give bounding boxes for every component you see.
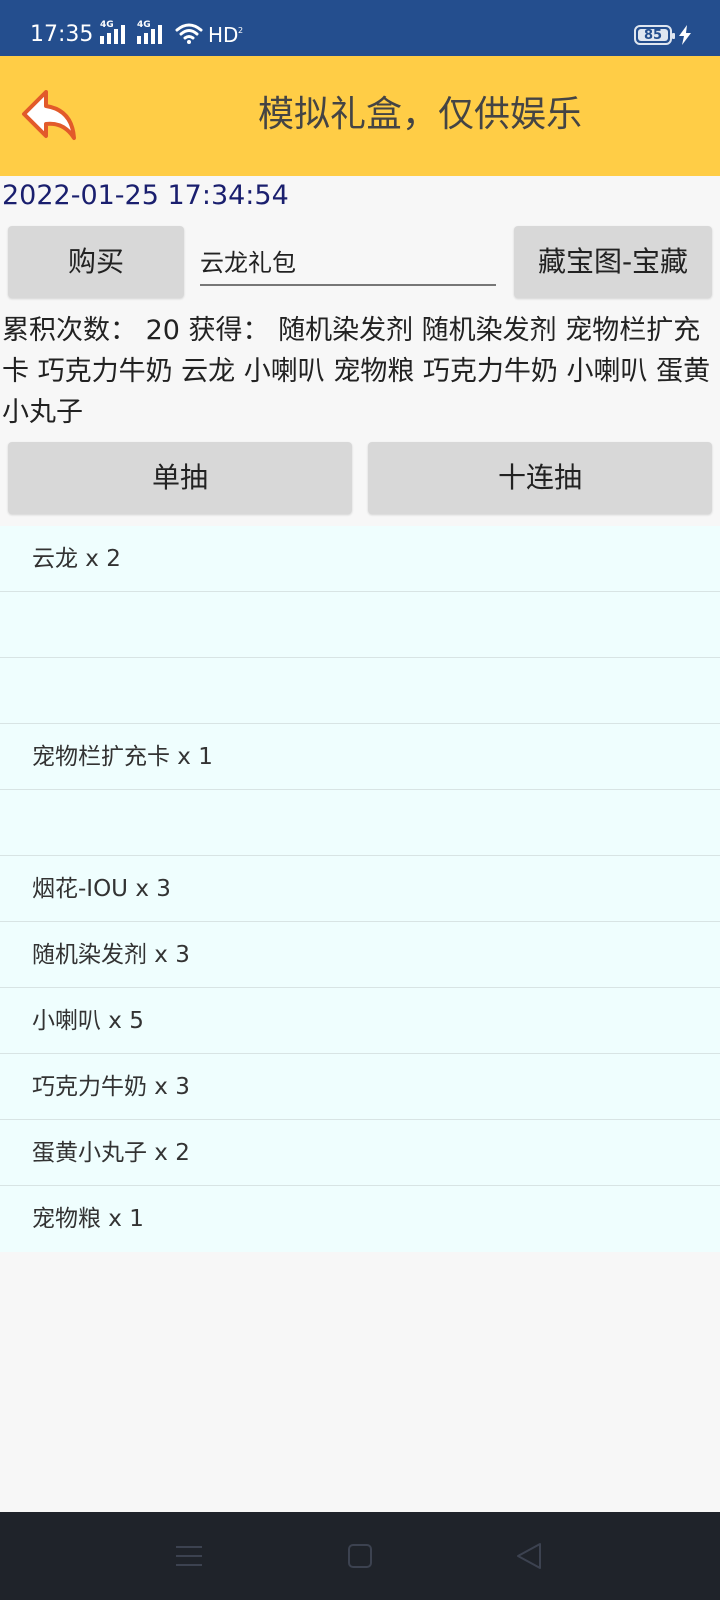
hd-indicator: HD bbox=[208, 23, 239, 47]
list-item[interactable] bbox=[0, 790, 720, 856]
nav-back-icon[interactable] bbox=[516, 1542, 542, 1570]
list-item[interactable]: 随机染发剂 x 3 bbox=[0, 922, 720, 988]
menu-icon[interactable] bbox=[176, 1544, 202, 1568]
list-item[interactable] bbox=[0, 592, 720, 658]
item-list: 云龙 x 2 宠物栏扩充卡 x 1 烟花-IOU x 3 随机染发剂 x 3 小… bbox=[0, 526, 720, 1252]
list-item[interactable]: 巧克力牛奶 x 3 bbox=[0, 1054, 720, 1120]
battery-icon: 85 bbox=[634, 25, 675, 45]
page-title: 模拟礼盒，仅供娱乐 bbox=[257, 94, 582, 135]
hd-indicator-sub: 2 bbox=[238, 26, 244, 35]
signal-icon: 4G bbox=[100, 20, 128, 44]
treasure-map-button[interactable]: 藏宝图-宝藏 bbox=[514, 226, 712, 298]
list-item[interactable]: 宠物粮 x 1 bbox=[0, 1186, 720, 1252]
list-item[interactable]: 宠物栏扩充卡 x 1 bbox=[0, 724, 720, 790]
list-item[interactable]: 小喇叭 x 5 bbox=[0, 988, 720, 1054]
wifi-icon bbox=[175, 23, 203, 44]
system-nav-bar bbox=[0, 1512, 720, 1600]
buy-button[interactable]: 购买 bbox=[8, 226, 184, 298]
list-item[interactable]: 云龙 x 2 bbox=[0, 526, 720, 592]
list-item[interactable]: 烟花-IOU x 3 bbox=[0, 856, 720, 922]
charging-icon bbox=[679, 25, 691, 45]
single-draw-button[interactable]: 单抽 bbox=[8, 442, 352, 514]
accumulation-text: 累积次数： 20 获得： 随机染发剂 随机染发剂 宠物栏扩充卡 巧克力牛奶 云龙… bbox=[2, 315, 711, 428]
list-item[interactable]: 蛋黄小丸子 x 2 bbox=[0, 1120, 720, 1186]
ten-draw-button[interactable]: 十连抽 bbox=[368, 442, 712, 514]
signal-icon-2: 4G bbox=[137, 20, 165, 44]
gift-pack-input[interactable]: 云龙礼包 bbox=[200, 244, 496, 286]
list-item[interactable] bbox=[0, 658, 720, 724]
datetime-text: 2022-01-25 17:34:54 bbox=[2, 180, 289, 211]
app-bar: 模拟礼盒，仅供娱乐 bbox=[0, 56, 720, 176]
back-arrow-icon[interactable] bbox=[20, 86, 80, 146]
status-bar: 17:35 4G 4G HD 2 85 bbox=[0, 0, 720, 56]
status-time: 17:35 bbox=[30, 22, 94, 47]
home-icon[interactable] bbox=[348, 1544, 372, 1568]
